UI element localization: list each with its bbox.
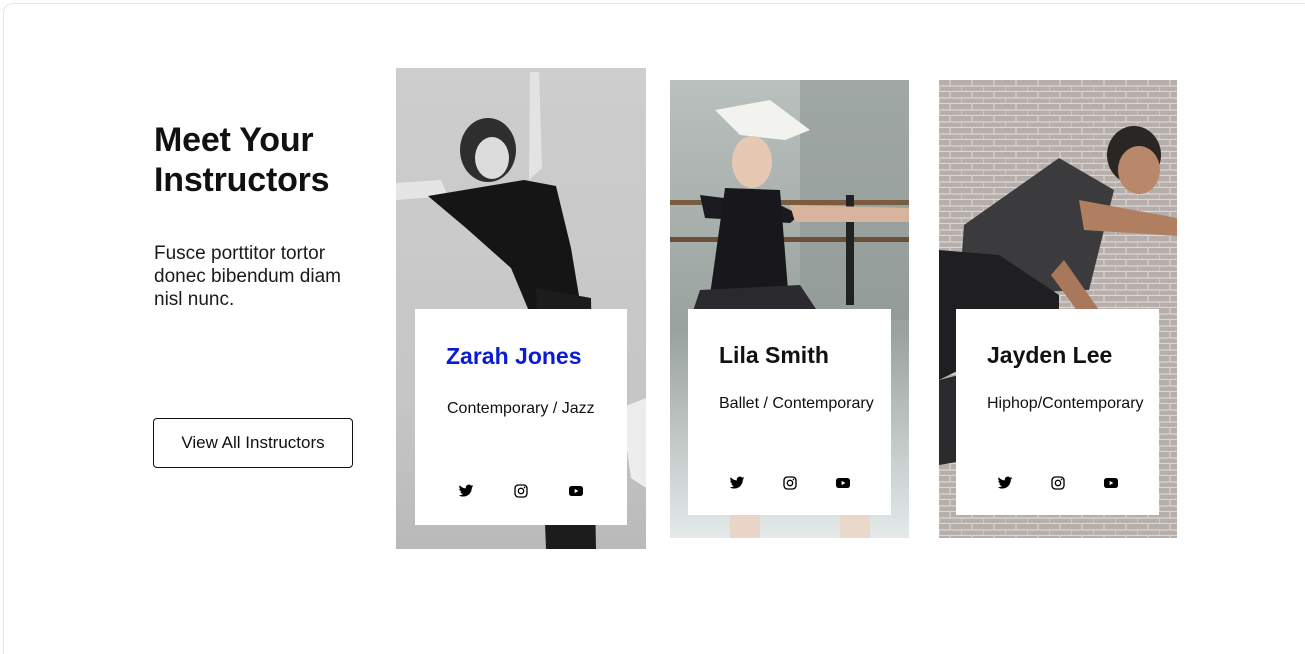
youtube-icon[interactable] [834,474,852,492]
instructor-info-panel: Zarah Jones Contemporary / Jazz [415,309,627,525]
instagram-icon[interactable] [1049,474,1067,492]
twitter-icon[interactable] [457,482,475,500]
instagram-icon[interactable] [781,474,799,492]
section-description: Fusce porttitor tortor donec bibendum di… [154,243,341,310]
instructor-info-panel: Jayden Lee Hiphop/Contemporary [956,309,1159,515]
instructor-name[interactable]: Lila Smith [719,342,829,369]
instructor-card-jayden[interactable]: Jayden Lee Hiphop/Contemporary [939,80,1177,538]
social-links [996,474,1120,492]
instructor-info-panel: Lila Smith Ballet / Contemporary [688,309,891,515]
instructor-name[interactable]: Jayden Lee [987,342,1112,369]
intro-block: Meet Your Instructors Fusce porttitor to… [154,120,369,311]
social-links [457,482,585,500]
instructor-styles: Ballet / Contemporary [719,395,874,412]
view-all-instructors-button[interactable]: View All Instructors [153,418,353,468]
instructor-styles: Hiphop/Contemporary [987,395,1144,412]
instructor-card-lila[interactable]: Lila Smith Ballet / Contemporary [670,80,909,538]
twitter-icon[interactable] [728,474,746,492]
youtube-icon[interactable] [567,482,585,500]
social-links [728,474,852,492]
youtube-icon[interactable] [1102,474,1120,492]
instructor-name[interactable]: Zarah Jones [446,343,582,370]
section-title: Meet Your Instructors [154,121,330,199]
instructor-card-zarah[interactable]: Zarah Jones Contemporary / Jazz [396,68,646,549]
instructor-styles: Contemporary / Jazz [447,400,595,417]
twitter-icon[interactable] [996,474,1014,492]
instagram-icon[interactable] [512,482,530,500]
